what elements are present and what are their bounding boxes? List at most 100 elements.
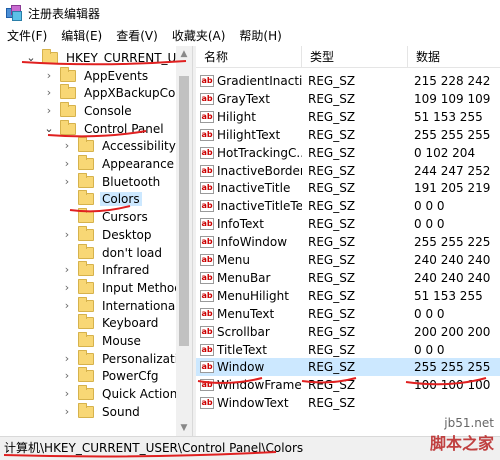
collapsed-chevron-icon[interactable]: › bbox=[62, 264, 72, 275]
tree-node[interactable]: › Sound bbox=[62, 402, 142, 421]
string-value-icon: ab bbox=[200, 218, 214, 231]
string-value-icon: ab bbox=[200, 397, 214, 410]
folder-icon bbox=[78, 261, 94, 277]
collapsed-chevron-icon[interactable]: › bbox=[62, 406, 72, 417]
tree-node[interactable]: › International bbox=[62, 296, 181, 315]
tree-node[interactable]: › AppXBackupConter bbox=[44, 84, 192, 102]
value-name-cell: ab InfoWindow bbox=[196, 235, 302, 249]
menu-edit[interactable]: 编辑(E) bbox=[54, 26, 109, 46]
tree-node[interactable]: › Quick Actions bbox=[62, 385, 186, 403]
collapsed-chevron-icon[interactable]: › bbox=[44, 105, 54, 116]
string-value-icon: ab bbox=[200, 325, 214, 338]
menu-view[interactable]: 查看(V) bbox=[109, 26, 165, 46]
expanded-chevron-icon[interactable]: ⌄ bbox=[44, 123, 54, 134]
value-type: REG_SZ bbox=[308, 181, 356, 196]
value-data: 109 109 109 bbox=[414, 91, 491, 106]
tree-node[interactable]: Mouse bbox=[62, 332, 143, 350]
value-row[interactable]: ab MenuText REG_SZ 0 0 0 bbox=[196, 305, 500, 323]
tree-node[interactable]: › PowerCfg bbox=[62, 367, 161, 386]
value-row[interactable]: abInactiveTitleText REG_SZ 0 0 0 bbox=[196, 197, 500, 215]
value-row[interactable]: ab InactiveTitle REG_SZ 191 205 219 bbox=[196, 179, 500, 197]
folder-icon bbox=[78, 225, 94, 241]
column-header-data[interactable]: 数据 bbox=[408, 46, 500, 68]
menu-file[interactable]: 文件(F) bbox=[0, 26, 54, 46]
scroll-down-icon[interactable]: ▼ bbox=[176, 420, 192, 436]
collapsed-chevron-icon[interactable]: › bbox=[62, 282, 72, 293]
tree-node[interactable]: don't load bbox=[62, 243, 164, 262]
no-expander bbox=[62, 336, 72, 346]
value-name: WindowText bbox=[217, 396, 289, 411]
scroll-thumb[interactable] bbox=[179, 76, 189, 346]
no-expander bbox=[62, 318, 72, 328]
folder-icon bbox=[42, 48, 58, 64]
collapsed-chevron-icon[interactable]: › bbox=[62, 353, 72, 364]
tree-node[interactable]: Cursors bbox=[62, 208, 150, 226]
value-row[interactable]: ab TitleText REG_SZ 0 0 0 bbox=[196, 341, 500, 359]
value-row[interactable]: abGradientInacti... REG_SZ 215 228 242 bbox=[196, 72, 500, 90]
string-value-icon: ab bbox=[200, 182, 214, 195]
collapsed-chevron-icon[interactable]: › bbox=[44, 87, 54, 98]
value-name-cell: abGradientInacti... bbox=[196, 74, 302, 88]
expanded-chevron-icon[interactable]: ⌄ bbox=[26, 52, 36, 63]
value-name-cell: ab MenuHilight bbox=[196, 289, 302, 303]
collapsed-chevron-icon[interactable]: › bbox=[62, 140, 72, 151]
value-row[interactable]: ab Hilight REG_SZ 51 153 255 bbox=[196, 108, 500, 126]
tree-node[interactable]: › Personalization bbox=[62, 349, 192, 368]
value-row[interactable]: ab HilightText REG_SZ 255 255 255 bbox=[196, 126, 500, 144]
value-type: REG_SZ bbox=[308, 91, 356, 106]
value-name-cell: ab InactiveBorder bbox=[196, 164, 302, 178]
value-row[interactable]: ab Window REG_SZ 255 255 255 bbox=[196, 358, 500, 377]
column-header-type[interactable]: 类型 bbox=[302, 46, 408, 68]
value-name-cell: ab HilightText bbox=[196, 128, 302, 142]
no-expander bbox=[62, 248, 72, 258]
registry-tree[interactable]: ⌄ HKEY_CURRENT_USER › AppEvents › AppXBackupC… bbox=[0, 46, 192, 436]
value-row[interactable]: ab GrayText REG_SZ 109 109 109 bbox=[196, 90, 500, 108]
string-value-icon: ab bbox=[200, 92, 214, 105]
string-value-icon: ab bbox=[200, 379, 214, 392]
tree-node[interactable]: › AppEvents bbox=[44, 66, 150, 85]
column-header-name[interactable]: 名称 bbox=[196, 46, 302, 68]
value-row[interactable]: ab WindowText REG_SZ bbox=[196, 394, 500, 412]
value-type: REG_SZ bbox=[308, 306, 356, 321]
tree-node[interactable]: › Bluetooth bbox=[62, 172, 162, 191]
tree-node[interactable]: › Accessibility bbox=[62, 137, 178, 156]
collapsed-chevron-icon[interactable]: › bbox=[62, 229, 72, 240]
menu-favorites[interactable]: 收藏夹(A) bbox=[165, 26, 233, 46]
collapsed-chevron-icon[interactable]: › bbox=[62, 388, 72, 399]
value-type: REG_SZ bbox=[308, 145, 356, 160]
tree-node[interactable]: ⌄ HKEY_CURRENT_USER bbox=[26, 48, 192, 67]
collapsed-chevron-icon[interactable]: › bbox=[62, 176, 72, 187]
value-row[interactable]: ab MenuHilight REG_SZ 51 153 255 bbox=[196, 287, 500, 305]
tree-node[interactable]: › Input Method bbox=[62, 278, 184, 297]
tree-node[interactable]: Colors bbox=[62, 190, 142, 209]
value-row[interactable]: ab MenuBar REG_SZ 240 240 240 bbox=[196, 269, 500, 287]
tree-node[interactable]: › Appearance bbox=[62, 155, 176, 173]
folder-icon bbox=[60, 101, 76, 117]
value-name-cell: ab TitleText bbox=[196, 343, 302, 357]
watermark-name: 脚本之家 bbox=[429, 434, 494, 453]
tree-node[interactable]: Keyboard bbox=[62, 314, 160, 333]
value-row[interactable]: ab Scrollbar REG_SZ 200 200 200 bbox=[196, 323, 500, 341]
folder-icon bbox=[78, 296, 94, 312]
value-row[interactable]: ab InfoText REG_SZ 0 0 0 bbox=[196, 215, 500, 233]
tree-node[interactable]: › Infrared bbox=[62, 261, 151, 279]
collapsed-chevron-icon[interactable]: › bbox=[62, 300, 72, 311]
tree-scrollbar[interactable]: ▲ ▼ bbox=[176, 46, 192, 436]
value-row[interactable]: ab InactiveBorder REG_SZ 244 247 252 bbox=[196, 162, 500, 180]
scroll-up-icon[interactable]: ▲ bbox=[176, 46, 192, 62]
tree-node[interactable]: ⌄ Control Panel bbox=[44, 119, 166, 138]
tree-node[interactable]: › Console bbox=[44, 101, 134, 120]
value-row[interactable]: ab WindowFrame REG_SZ 100 100 100 bbox=[196, 376, 500, 394]
collapsed-chevron-icon[interactable]: › bbox=[44, 70, 54, 81]
value-row[interactable]: ab InfoWindow REG_SZ 255 255 225 bbox=[196, 233, 500, 251]
collapsed-chevron-icon[interactable]: › bbox=[62, 158, 72, 169]
tree-node[interactable]: › Desktop bbox=[62, 225, 154, 244]
value-row[interactable]: ab Menu REG_SZ 240 240 240 bbox=[196, 251, 500, 269]
menu-help[interactable]: 帮助(H) bbox=[232, 26, 288, 46]
collapsed-chevron-icon[interactable]: › bbox=[62, 370, 72, 381]
value-name: InactiveTitleText bbox=[217, 199, 302, 214]
string-value-icon: ab bbox=[200, 236, 214, 249]
folder-icon bbox=[78, 349, 94, 365]
value-data: 0 0 0 bbox=[414, 199, 445, 214]
value-row[interactable]: ab HotTrackingC... REG_SZ 0 102 204 bbox=[196, 144, 500, 162]
